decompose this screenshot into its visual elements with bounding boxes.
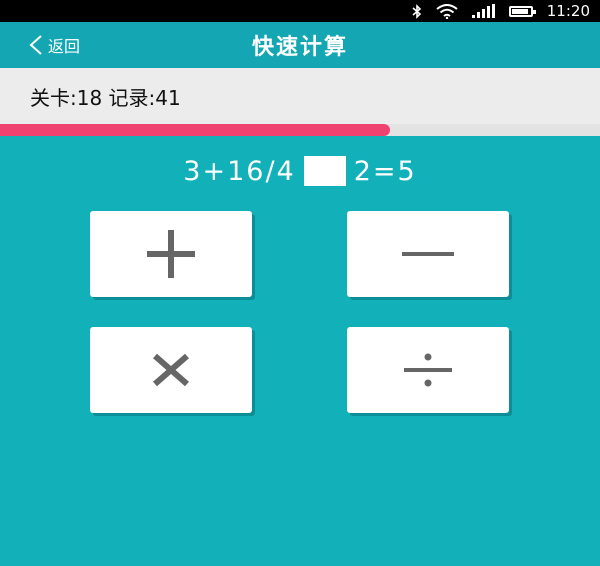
back-label: 返回	[48, 37, 81, 56]
bluetooth-icon	[412, 3, 422, 19]
multiply-icon	[153, 353, 189, 387]
level-info-bar: 关卡:18 记录:41	[0, 68, 600, 124]
signal-icon	[471, 4, 495, 18]
equation: 3+16/4 2=5	[0, 150, 600, 192]
status-time: 11:20	[546, 2, 590, 20]
minus-icon	[402, 252, 454, 256]
battery-icon	[508, 5, 536, 17]
plus-icon	[147, 230, 195, 278]
minus-button[interactable]	[347, 211, 509, 297]
header-bar: 返回 快速计算	[0, 22, 600, 68]
multiply-button[interactable]	[90, 327, 252, 413]
wifi-icon	[436, 3, 458, 19]
divide-button[interactable]	[347, 327, 509, 413]
timer-progress-fill	[0, 124, 390, 136]
status-icons: 11:20	[412, 0, 590, 22]
back-button[interactable]: 返回	[26, 22, 80, 68]
plus-button[interactable]	[90, 211, 252, 297]
equation-right: 2=5	[353, 155, 417, 187]
operator-blank	[303, 156, 346, 186]
equation-left: 3+16/4	[183, 155, 296, 187]
divide-icon	[404, 353, 452, 387]
chevron-left-icon	[26, 34, 46, 56]
status-bar: 11:20	[0, 0, 600, 22]
timer-progress-track	[0, 124, 600, 136]
page-title: 快速计算	[251, 35, 348, 60]
level-record-text: 关卡:18 记录:41	[30, 85, 181, 110]
